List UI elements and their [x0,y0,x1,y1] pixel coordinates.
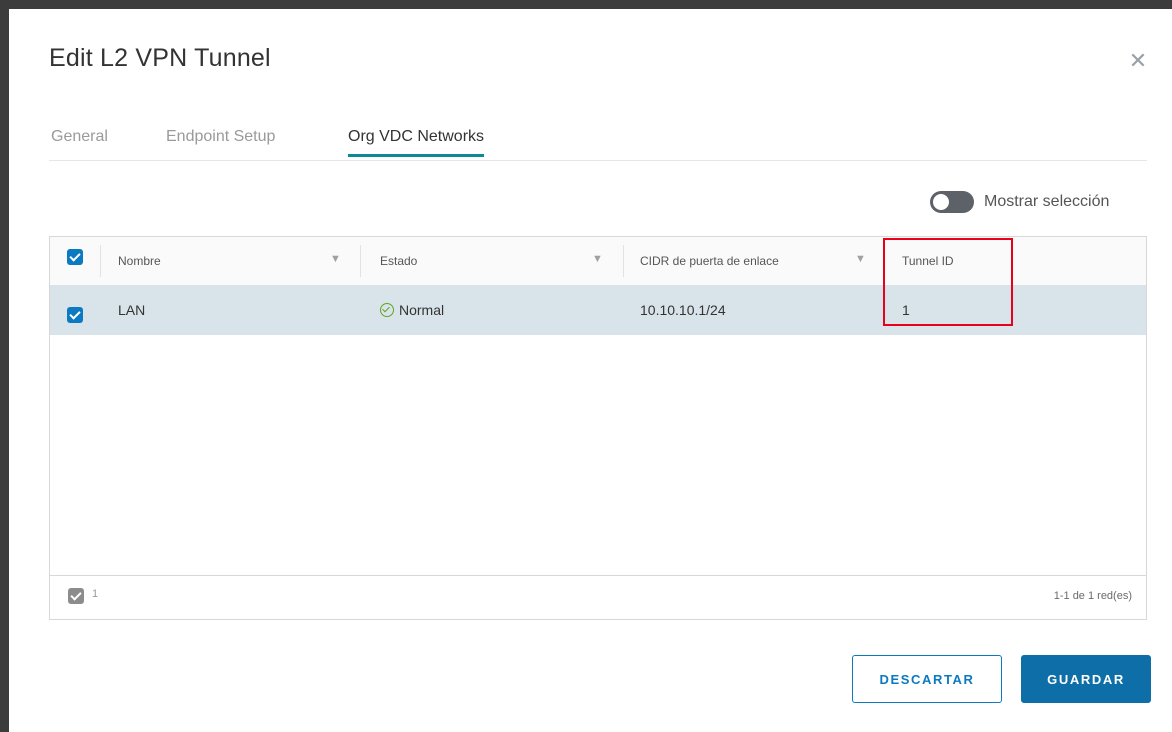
status-text: Normal [399,302,445,318]
column-header-estado[interactable]: Estado [380,237,417,285]
column-header-nombre[interactable]: Nombre [118,237,161,285]
tab-general[interactable]: General [51,128,108,157]
row-checkbox[interactable] [67,307,83,323]
column-divider [100,245,101,277]
table-row[interactable]: LAN Normal 10.10.10.1/24 1 [50,285,1146,335]
select-all-checkbox[interactable] [67,249,83,265]
tab-org-vdc-networks[interactable]: Org VDC Networks [348,128,485,157]
dialog-title: Edit L2 VPN Tunnel [49,44,271,72]
column-divider [623,245,624,277]
check-circle-icon [380,303,394,317]
column-header-tunnel-id[interactable]: Tunnel ID [902,237,954,285]
grid-header: Nombre ▼ Estado ▼ CIDR de puerta de enla… [50,237,1146,286]
pagination-info: 1-1 de 1 red(es) [1053,590,1132,602]
cell-status: Normal [380,285,444,335]
save-button[interactable]: GUARDAR [1021,655,1151,703]
column-divider [360,245,361,277]
filter-icon[interactable]: ▼ [330,253,341,265]
selection-count-checkbox [68,588,84,604]
column-header-cidr[interactable]: CIDR de puerta de enlace [640,237,779,285]
selected-count: 1 [92,588,99,600]
edit-l2-vpn-tunnel-dialog: Edit L2 VPN Tunnel ✕ General Endpoint Se… [0,0,1172,732]
tab-bar: General Endpoint Setup Org VDC Networks [49,118,1147,161]
show-selection-label: Mostrar selección [984,193,1110,210]
filter-icon[interactable]: ▼ [855,253,866,265]
cell-cidr: 10.10.10.1/24 [640,302,726,318]
close-icon[interactable]: ✕ [1126,49,1150,73]
toggle-knob [932,193,950,211]
show-selection-toggle-group: Mostrar selección [930,191,1109,213]
discard-button[interactable]: DESCARTAR [852,655,1002,703]
column-divider [884,245,885,277]
show-selection-toggle[interactable] [930,191,974,213]
org-vdc-networks-grid: Nombre ▼ Estado ▼ CIDR de puerta de enla… [49,236,1147,620]
cell-tunnel-id: 1 [902,302,910,318]
tab-endpoint-setup[interactable]: Endpoint Setup [166,128,275,157]
filter-icon[interactable]: ▼ [592,253,603,265]
cell-name: LAN [118,302,146,318]
grid-footer: 1 1-1 de 1 red(es) [50,575,1146,620]
